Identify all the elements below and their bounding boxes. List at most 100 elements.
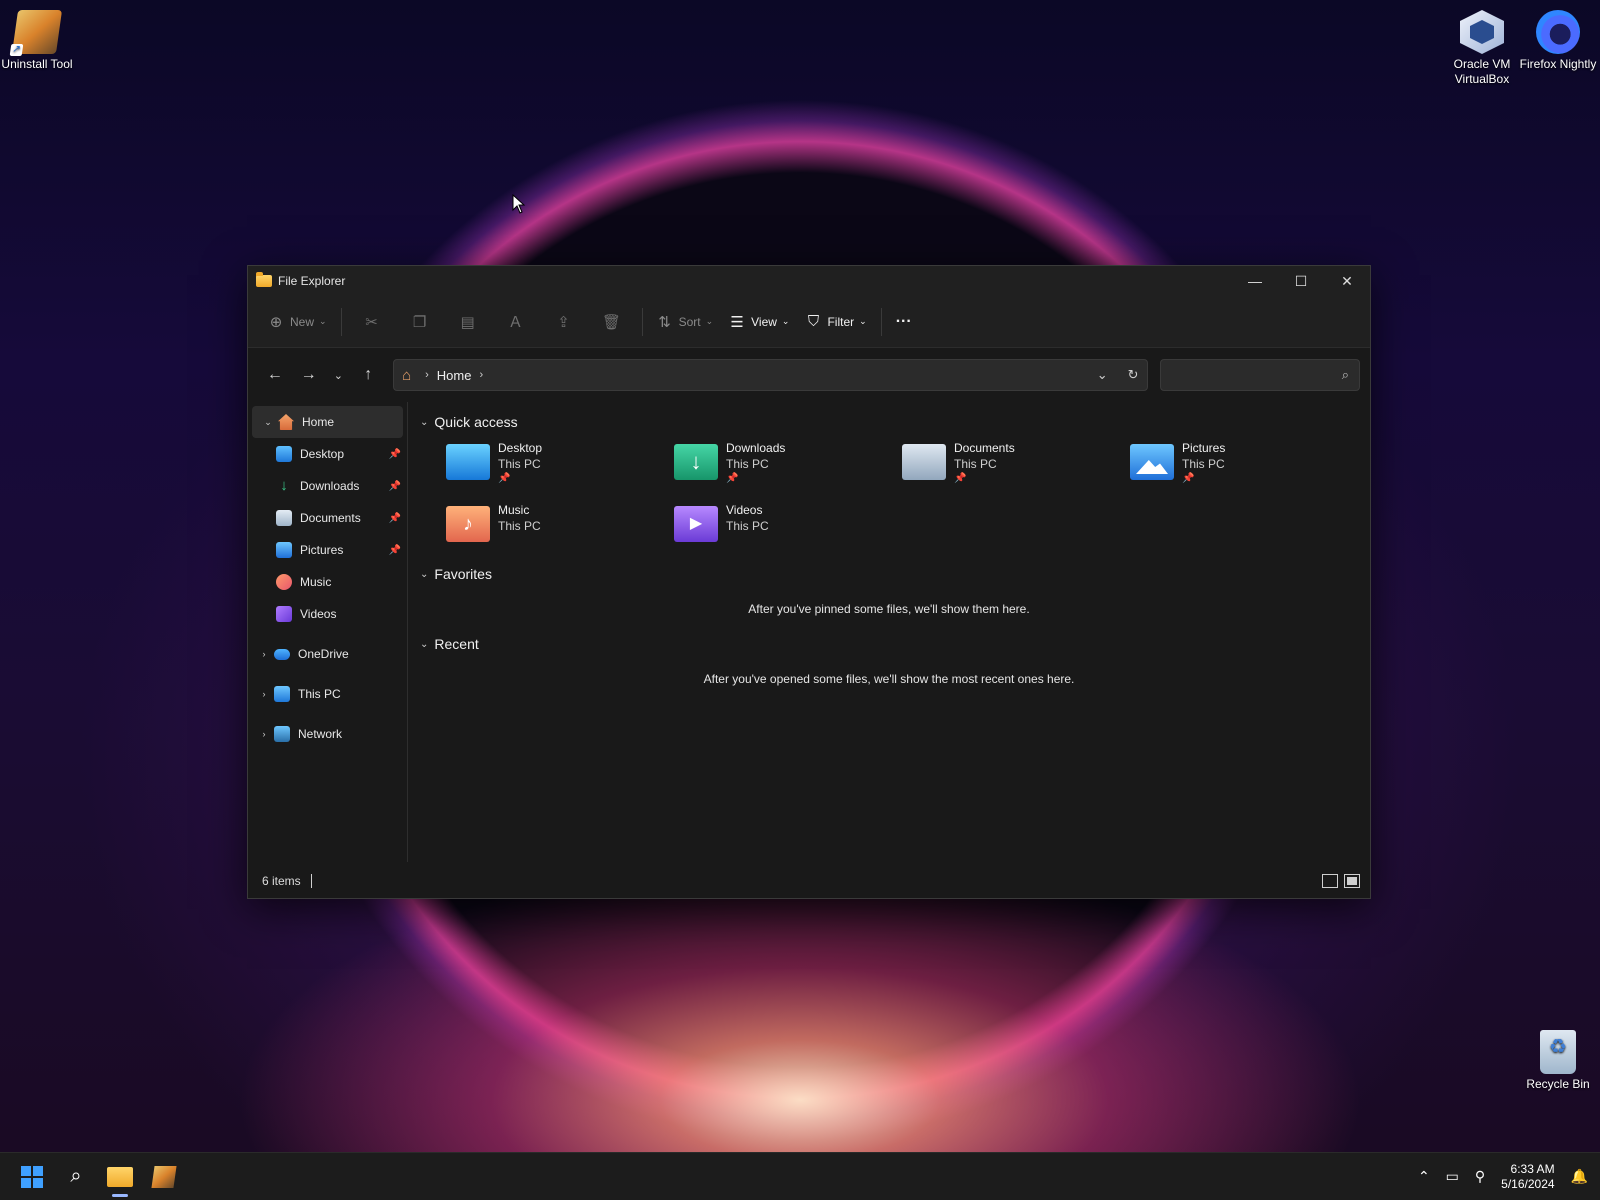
- nav-item-documents[interactable]: Documents 📌: [248, 502, 407, 534]
- refresh-icon[interactable]: ↻: [1128, 367, 1139, 383]
- nav-item-videos[interactable]: Videos: [248, 598, 407, 630]
- search-input[interactable]: ⌕: [1159, 359, 1361, 391]
- breadcrumb-home[interactable]: Home: [437, 368, 472, 383]
- network-icon: [274, 726, 290, 742]
- pin-icon: 📌: [388, 448, 401, 460]
- nav-item-onedrive[interactable]: › OneDrive: [248, 638, 407, 670]
- display-icon[interactable]: ▭: [1446, 1168, 1459, 1185]
- desktop-icon-virtualbox[interactable]: Oracle VM VirtualBox: [1440, 6, 1524, 87]
- chevron-right-icon[interactable]: ›: [254, 689, 274, 699]
- delete-icon[interactable]: 🗑: [588, 306, 636, 338]
- address-dropdown-icon[interactable]: ⌄: [1097, 367, 1108, 383]
- chevron-down-icon[interactable]: ⌄: [258, 417, 278, 428]
- desktop-icon-recycle-bin[interactable]: Recycle Bin: [1516, 1026, 1600, 1092]
- view-label: View: [751, 314, 777, 329]
- more-options-button[interactable]: ···: [888, 306, 920, 338]
- rename-icon[interactable]: Ａ: [492, 306, 540, 338]
- maximize-button[interactable]: ☐: [1278, 266, 1324, 296]
- start-button[interactable]: [10, 1157, 54, 1197]
- music-folder-icon: [276, 574, 292, 590]
- new-button[interactable]: ⊕ New ⌄: [260, 306, 335, 338]
- nav-item-home[interactable]: ⌄ Home: [252, 406, 403, 438]
- virtualbox-icon: [1460, 10, 1504, 54]
- desktop-icon-label: Recycle Bin: [1526, 1077, 1590, 1091]
- quick-access-header[interactable]: ⌄ Quick access: [420, 408, 1358, 436]
- folder-icon: [256, 272, 272, 287]
- chevron-right-icon[interactable]: ›: [254, 649, 274, 659]
- item-location: This PC: [1182, 457, 1225, 471]
- nav-item-music[interactable]: Music: [248, 566, 407, 598]
- nav-label: Desktop: [300, 447, 345, 461]
- content-pane: ⌄ Quick access Desktop This PC 📌 Downloa…: [408, 402, 1370, 862]
- documents-folder-icon: [902, 444, 946, 480]
- quick-access-item-music[interactable]: Music This PC: [446, 502, 674, 554]
- chevron-down-icon: ⌄: [420, 568, 429, 580]
- mouse-cursor: [512, 193, 526, 219]
- quick-access-item-documents[interactable]: Documents This PC 📌: [902, 440, 1130, 492]
- taskbar-file-explorer[interactable]: [98, 1157, 142, 1197]
- back-button[interactable]: ←: [258, 359, 292, 391]
- item-location: This PC: [498, 519, 541, 533]
- notification-icon[interactable]: 🔔: [1571, 1168, 1588, 1185]
- home-icon: [278, 414, 294, 430]
- file-explorer-window: File Explorer — ☐ ✕ ⊕ New ⌄ ✂ ❐ ▤ Ａ ⇪ 🗑 …: [247, 265, 1371, 899]
- tiles-view-icon[interactable]: [1344, 874, 1360, 888]
- sort-button[interactable]: ⇅ Sort ⌄: [649, 306, 722, 338]
- chevron-up-icon[interactable]: ⌃: [1418, 1168, 1430, 1185]
- desktop-icon-label: Firefox Nightly: [1519, 57, 1597, 71]
- nav-item-desktop[interactable]: Desktop 📌: [248, 438, 407, 470]
- favorites-header[interactable]: ⌄ Favorites: [420, 560, 1358, 588]
- quick-access-item-desktop[interactable]: Desktop This PC 📌: [446, 440, 674, 492]
- nav-item-network[interactable]: › Network: [248, 718, 407, 750]
- search-button[interactable]: ⌕: [54, 1157, 98, 1197]
- this-pc-icon: [274, 686, 290, 702]
- favorites-empty-message: After you've pinned some files, we'll sh…: [748, 602, 1030, 616]
- quick-access-item-downloads[interactable]: Downloads This PC 📌: [674, 440, 902, 492]
- breadcrumb-chevron-icon[interactable]: ›: [479, 369, 483, 381]
- nav-label: Documents: [300, 511, 361, 525]
- pin-icon: 📌: [388, 512, 401, 524]
- folder-icon: [107, 1166, 133, 1187]
- divider: [880, 307, 882, 336]
- quick-access-item-videos[interactable]: Videos This PC: [674, 502, 902, 554]
- plus-circle-icon: ⊕: [269, 313, 283, 331]
- desktop-icon-firefox-nightly[interactable]: Firefox Nightly: [1516, 6, 1600, 72]
- chevron-right-icon[interactable]: ›: [254, 729, 274, 739]
- videos-folder-icon: [674, 506, 718, 542]
- up-button[interactable]: ↑: [351, 359, 385, 391]
- pin-icon: 📌: [954, 473, 967, 484]
- cut-icon[interactable]: ✂: [348, 306, 396, 338]
- uninstall-tool-icon: ↗: [9, 10, 63, 56]
- forward-button[interactable]: →: [292, 359, 326, 391]
- pictures-folder-icon: [276, 542, 292, 558]
- downloads-folder-icon: [674, 444, 718, 480]
- recent-header[interactable]: ⌄ Recent: [420, 630, 1358, 658]
- new-label: New: [290, 314, 315, 329]
- minimize-button[interactable]: —: [1232, 266, 1278, 296]
- chevron-down-icon: ⌄: [705, 316, 714, 326]
- item-location: This PC: [954, 457, 997, 471]
- item-location: This PC: [726, 519, 769, 533]
- title-bar[interactable]: File Explorer — ☐ ✕: [248, 266, 1370, 296]
- taskbar-uninstall-tool[interactable]: [142, 1157, 186, 1197]
- nav-label: Network: [298, 727, 343, 741]
- copy-icon[interactable]: ❐: [396, 306, 444, 338]
- paste-icon[interactable]: ▤: [444, 306, 492, 338]
- chevron-down-icon: ⌄: [420, 638, 429, 650]
- nav-item-downloads[interactable]: ↓ Downloads 📌: [248, 470, 407, 502]
- pictures-folder-icon: [1130, 444, 1174, 480]
- share-icon[interactable]: ⇪: [540, 306, 588, 338]
- nav-item-pictures[interactable]: Pictures 📌: [248, 534, 407, 566]
- close-button[interactable]: ✕: [1324, 266, 1370, 296]
- details-view-icon[interactable]: [1322, 874, 1338, 888]
- address-bar[interactable]: ⌂ › Home › ⌄ ↻: [393, 359, 1148, 391]
- item-name: Videos: [726, 503, 763, 517]
- view-button[interactable]: ☰ View ⌄: [721, 306, 797, 338]
- clock[interactable]: 6:33 AM 5/16/2024: [1501, 1162, 1554, 1192]
- nav-item-this-pc[interactable]: › This PC: [248, 678, 407, 710]
- desktop-icon-uninstall-tool[interactable]: ↗ Uninstall Tool: [0, 6, 79, 72]
- filter-button[interactable]: ⛉ Filter ⌄: [797, 306, 874, 338]
- recent-locations-button[interactable]: ⌄: [326, 359, 352, 391]
- network-status-icon[interactable]: ⚲: [1475, 1168, 1485, 1185]
- quick-access-item-pictures[interactable]: Pictures This PC 📌: [1130, 440, 1358, 492]
